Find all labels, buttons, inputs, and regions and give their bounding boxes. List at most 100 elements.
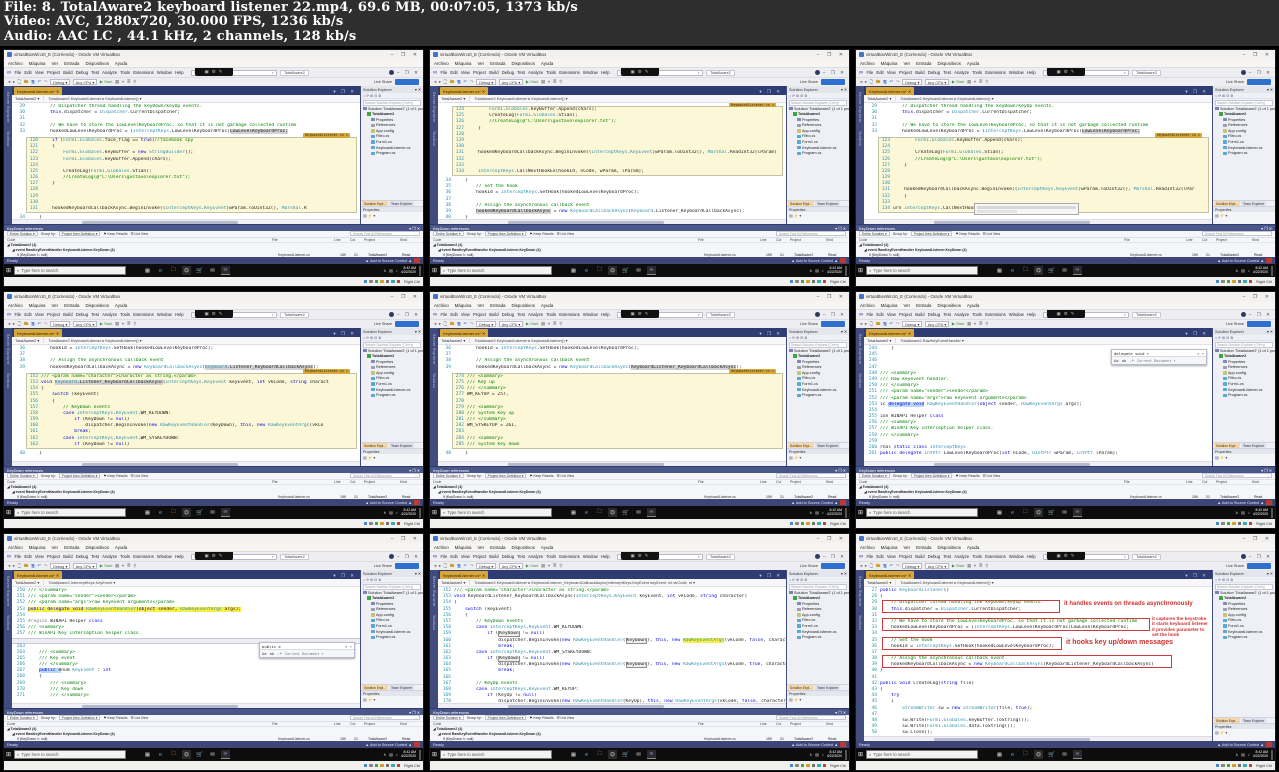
vbox-mini-toolbar[interactable]: ▣ ⚙ ✎ (194, 310, 233, 318)
side-tab-toolbox[interactable]: Toolbox (432, 615, 436, 630)
vbox-menu-item[interactable]: Entrada (64, 303, 79, 308)
vs-menu-item[interactable]: File (440, 312, 447, 317)
volume-icon[interactable]: ♪ (822, 752, 824, 757)
scope-dropdown[interactable]: Entire Solution ▾ (7, 231, 38, 237)
breadcrumb-project[interactable]: TotalAware2 ▾ (15, 338, 45, 343)
groupby-dropdown[interactable]: Project then Definition ▾ (484, 231, 527, 237)
references-search-input[interactable]: Search Find All References ⌕ (776, 715, 846, 721)
vs-menu-item[interactable]: Window (157, 312, 172, 317)
vbox-device-icon[interactable] (795, 279, 799, 284)
toolbar-icon[interactable]: ▸ (439, 79, 441, 85)
col-kind[interactable]: Kind (1252, 238, 1272, 242)
vbox-device-icon[interactable] (806, 763, 810, 768)
toolbar-icon[interactable]: ↷ (896, 563, 900, 569)
vs-menu-item[interactable]: Debug (76, 554, 88, 559)
breadcrumb-path[interactable]: TotalAware2.RawKeyEventHandler ▾ (900, 338, 964, 343)
toolbar-icon[interactable]: ↷ (470, 563, 474, 569)
side-tab-server-explorer[interactable]: Server Explorer (432, 92, 436, 123)
keep-results-toggle[interactable]: ⚑ Keep Results (103, 716, 127, 720)
col-col[interactable]: Col (776, 238, 790, 242)
vs-menu-item[interactable]: Edit (24, 554, 31, 559)
taskbar-clock[interactable]: 8:42 AM 4/22/2020 (1253, 508, 1268, 517)
scrollbar-thumb[interactable] (933, 221, 1091, 224)
vbox-device-icon[interactable] (1243, 279, 1247, 284)
solution-tree-item[interactable]: Program.cs (1215, 635, 1275, 641)
panel-controls[interactable]: ▾ ✕ (841, 571, 847, 576)
keep-results-toggle[interactable]: ⚑ Keep Results (529, 474, 553, 478)
task-view-icon[interactable]: ▦ (995, 266, 1004, 275)
tray-chevron-icon[interactable]: ∧ (809, 510, 812, 515)
mini-toolbar-icon[interactable]: ✎ (219, 553, 223, 559)
toolbar-icon[interactable]: ▦ (115, 563, 119, 569)
network-icon[interactable]: ▤ (389, 752, 393, 757)
vbox-menu-item[interactable]: Ver (51, 303, 58, 308)
toolbar-icon[interactable]: ↶ (889, 321, 893, 327)
file-explorer-icon[interactable]: 🗀 (169, 750, 178, 759)
vbox-device-icon[interactable] (817, 279, 821, 284)
vs-menu-item[interactable]: Window (583, 70, 598, 75)
vs-menu-item[interactable]: View (35, 312, 44, 317)
col-file[interactable]: File (1124, 480, 1186, 484)
toolbar-icon[interactable]: ⌖ (974, 321, 977, 327)
vbox-menu-item[interactable]: Entrada (916, 303, 931, 308)
references-search-input[interactable]: Search Find All References ⌕ (776, 473, 846, 479)
vbox-mini-toolbar[interactable]: ▣ ⚙ ✎ (194, 552, 233, 560)
vbox-device-icon[interactable] (385, 521, 390, 526)
find-scope-dropdown[interactable]: Current Document ▾ (285, 652, 324, 656)
tray-chevron-icon[interactable]: ∧ (383, 268, 386, 273)
vs-menu-item[interactable]: Analyze (528, 70, 543, 75)
vs-menu-item[interactable]: Edit (450, 70, 457, 75)
col-line[interactable]: Line (760, 480, 776, 484)
mini-toolbar-icon[interactable]: ▣ (204, 311, 208, 317)
references-panel-controls[interactable]: ▾ ❐ ✕ (835, 468, 846, 473)
breadcrumb-path[interactable]: TotalAware2.KeyboardListener ▸ KeyboardL… (900, 580, 993, 585)
solution-explorer-search[interactable]: Search Solution Explorer (Ctrl+ç) (363, 584, 421, 590)
mini-toolbar-icon[interactable]: ✎ (219, 311, 223, 317)
notification-icon[interactable] (1266, 500, 1272, 505)
code-line[interactable]: 40 } (438, 451, 786, 457)
col-line[interactable]: Line (334, 238, 350, 242)
visual-studio-icon[interactable]: ∞ (647, 266, 657, 275)
start-debug-button[interactable]: ▶ Start (526, 321, 539, 327)
solution-tree-item[interactable]: Program.cs (363, 151, 423, 157)
toolbar-icon[interactable]: ↶ (37, 79, 41, 85)
toolbar-icon[interactable]: ↷ (470, 321, 474, 327)
peek-document-tab[interactable]: KeyboardListener.cs ✕ (303, 132, 350, 138)
horizontal-scrollbar[interactable] (12, 461, 360, 466)
vs-menu-item[interactable]: Help (1027, 554, 1036, 559)
signin-button[interactable] (821, 78, 845, 86)
solution-explorer-search[interactable]: Search Solution Explorer (Ctrl+ç) (789, 584, 847, 590)
start-debug-button[interactable]: ▶ Start (100, 321, 113, 327)
user-avatar[interactable] (1240, 554, 1246, 559)
list-view-toggle[interactable]: ☰ List View (983, 474, 1001, 478)
vbox-menu-item[interactable]: Máquina (29, 303, 46, 308)
toolbar-icon[interactable]: ⚲ (985, 563, 988, 569)
vbox-menu-item[interactable]: Dispositivos (511, 303, 534, 308)
platform-dropdown[interactable]: Any CPU ▾ (924, 563, 950, 569)
vs-menu-item[interactable]: Build (915, 70, 924, 75)
solution-tree-item[interactable]: Program.cs (789, 393, 849, 399)
list-view-toggle[interactable]: ☰ List View (131, 716, 149, 720)
document-tab-active[interactable]: KeyboardListener.cs* ✕ (866, 87, 915, 95)
edge-icon[interactable]: e (1008, 266, 1017, 275)
panel-controls[interactable]: ▾ ✕ (415, 571, 421, 576)
toolbar-icon[interactable]: ▸ (13, 321, 15, 327)
network-icon[interactable]: ▤ (815, 268, 819, 273)
col-col[interactable]: Col (1202, 480, 1216, 484)
user-avatar[interactable] (388, 70, 394, 75)
add-to-source-control-button[interactable]: ▲ Add to Source Control ▲ (1217, 501, 1264, 505)
taskbar-search[interactable]: ⌕ Type here to search (14, 508, 127, 517)
vbox-menu-item[interactable]: Máquina (455, 545, 472, 550)
volume-icon[interactable]: ♪ (822, 510, 824, 515)
signin-button[interactable] (821, 562, 845, 570)
references-panel-controls[interactable]: ▾ ❐ ✕ (835, 226, 846, 231)
col-kind[interactable]: Kind (400, 480, 420, 484)
col-kind[interactable]: Kind (826, 238, 846, 242)
vbox-menu-item[interactable]: Ayuda (115, 61, 127, 66)
vbox-mini-toolbar[interactable]: ▣ ⚙ ✎ (620, 310, 659, 318)
vbox-menu-item[interactable]: Dispositivos (85, 61, 108, 66)
vbox-device-icon[interactable] (363, 279, 368, 284)
panel-controls[interactable]: ▾ ✕ (415, 329, 421, 334)
vs-menu-item[interactable]: Analyze (954, 312, 969, 317)
taskbar-search[interactable]: ⌕ Type here to search (14, 266, 127, 275)
